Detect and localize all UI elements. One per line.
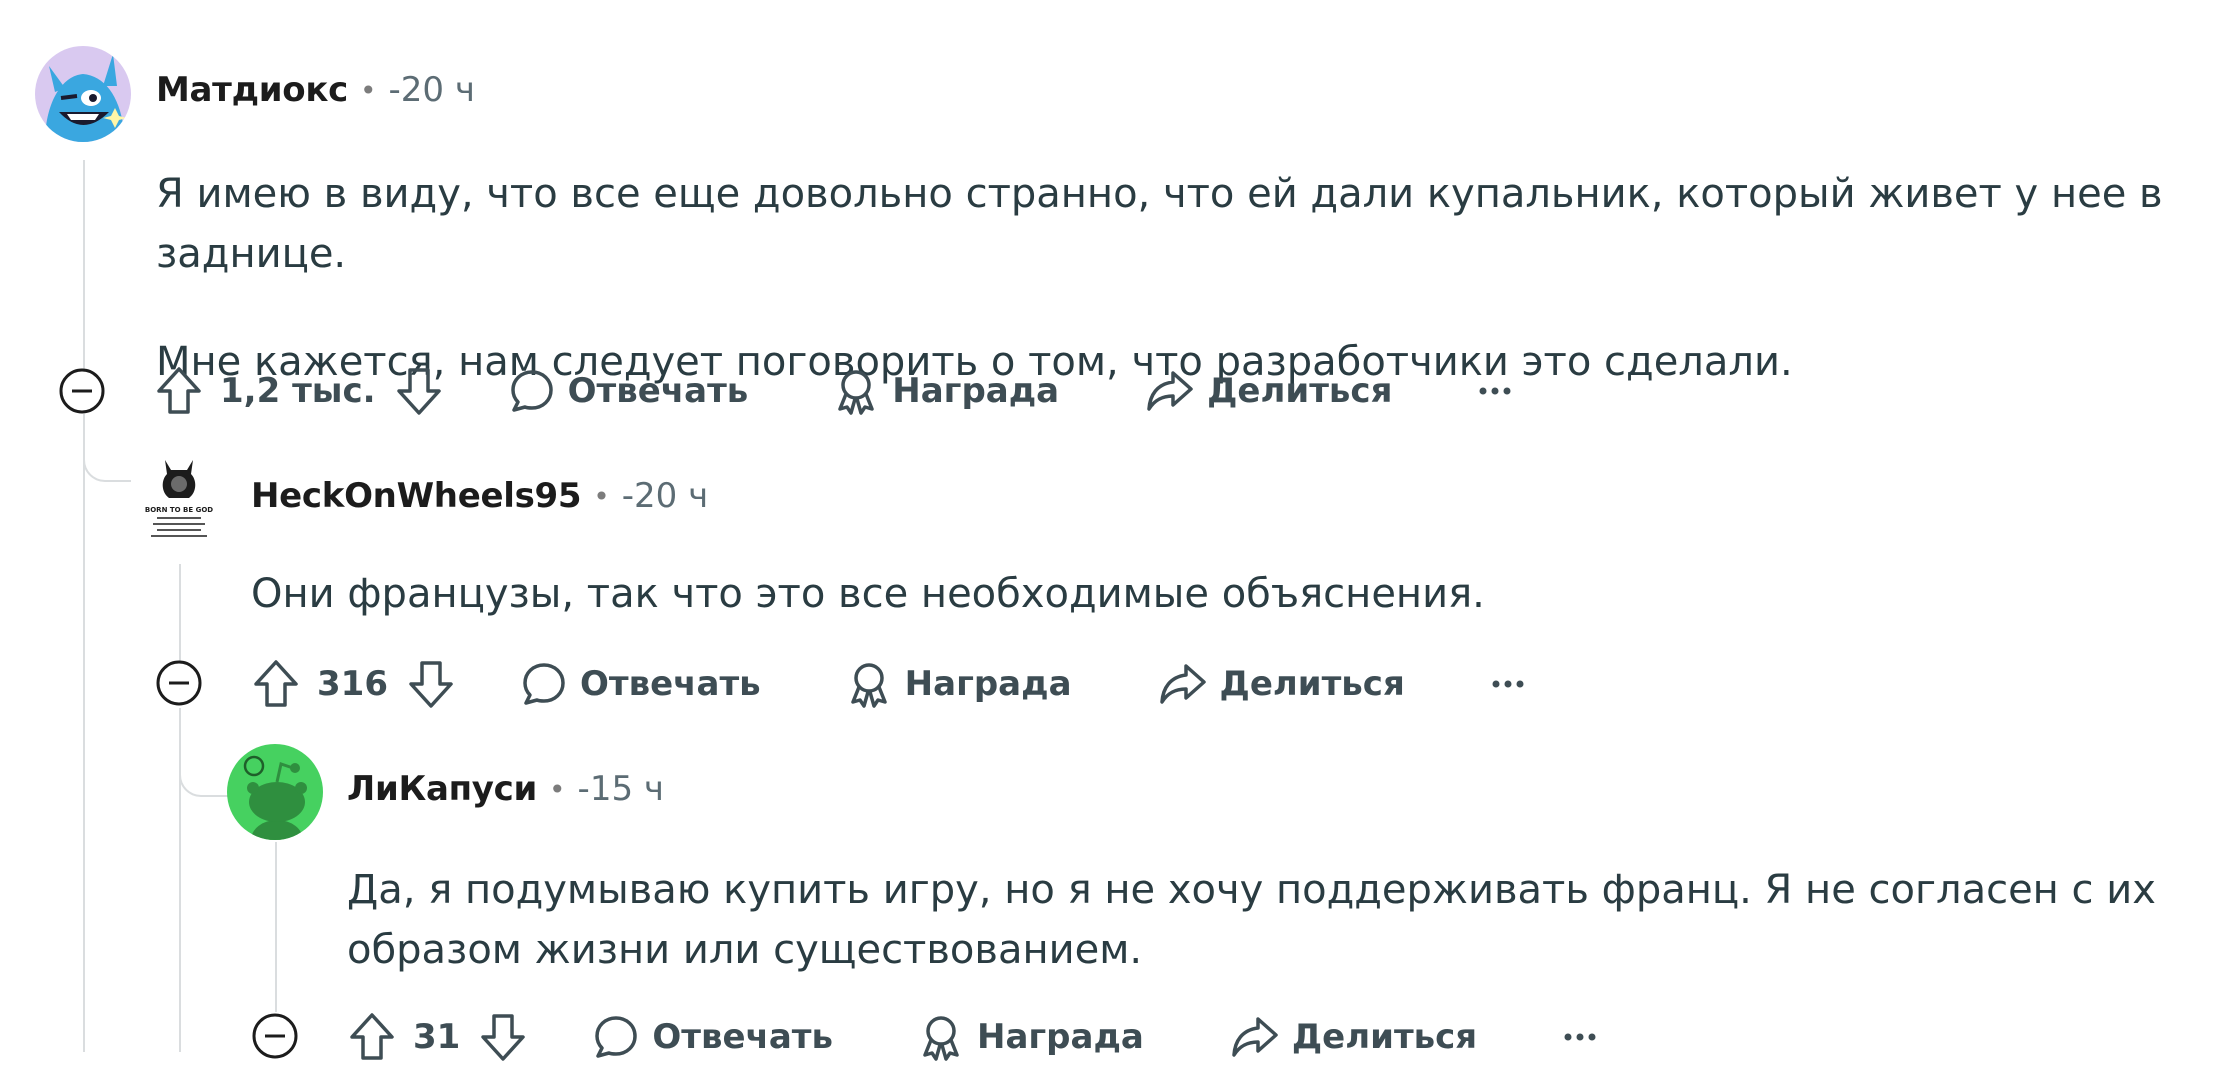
share-button[interactable]: Делиться [1158, 660, 1405, 708]
more-options-button[interactable] [1563, 1032, 1597, 1042]
award-button[interactable]: Награда [832, 367, 1059, 415]
reddit-snoo-icon [227, 744, 323, 840]
author-name[interactable]: ЛиКапуси [347, 769, 537, 809]
thread-line [83, 160, 85, 370]
comment-meta: ЛиКапуси • -15 ч [347, 769, 664, 809]
comment-paragraph: Да, я подумываю купить игру, но я не хоч… [347, 867, 2156, 973]
avatar-caption: BORN TO BE GOD [145, 506, 213, 514]
collapse-button[interactable] [155, 659, 203, 707]
upvote-icon [350, 1013, 394, 1060]
comment-actions: 31 Отвечать Награда Делиться [347, 1007, 1597, 1067]
upvote-icon [157, 367, 201, 414]
vote-count: 31 [413, 1017, 461, 1057]
comment-icon [523, 663, 565, 705]
more-icon [1492, 680, 1524, 688]
collapse-button[interactable] [251, 1012, 299, 1060]
share-label: Делиться [1207, 371, 1393, 411]
award-label: Награда [904, 664, 1072, 704]
poster-avatar-icon: BORN TO BE GOD [131, 452, 227, 548]
upvote-button[interactable] [154, 365, 204, 417]
share-icon [1147, 371, 1193, 411]
share-label: Делиться [1291, 1017, 1478, 1057]
reply-label: Отвечать [567, 371, 749, 411]
cartoon-character-avatar-icon [35, 46, 131, 142]
upvote-icon [254, 660, 298, 707]
share-label: Делиться [1219, 664, 1405, 704]
share-button[interactable]: Делиться [1145, 367, 1392, 415]
upvote-button[interactable] [347, 1011, 397, 1063]
downvote-button[interactable] [394, 365, 444, 417]
thread-line [179, 564, 181, 664]
more-options-button[interactable] [1491, 679, 1525, 689]
avatar[interactable]: BORN TO BE GOD [131, 452, 227, 548]
share-button[interactable]: Делиться [1230, 1013, 1477, 1061]
comment-actions: 1,2 тыс. Отвечать Награда Делиться [154, 361, 1512, 421]
reply-label: Отвечать [579, 664, 761, 704]
downvote-button[interactable] [478, 1011, 528, 1063]
vote-group: 1,2 тыс. [154, 365, 444, 417]
award-icon [850, 663, 887, 708]
vote-count: 316 [317, 664, 388, 704]
comment-body: Да, я подумываю купить игру, но я не хоч… [347, 860, 2177, 980]
collapse-icon [59, 368, 105, 414]
more-options-button[interactable] [1478, 386, 1512, 396]
comment-time[interactable]: -20 ч [388, 70, 474, 110]
vote-group: 31 [347, 1011, 528, 1063]
downvote-icon [409, 661, 453, 708]
author-name[interactable]: HeckOnWheels95 [251, 476, 582, 516]
thread-line [83, 414, 85, 1052]
comment-time[interactable]: -15 ч [578, 769, 664, 809]
comment-paragraph: Я имею в виду, что все еще довольно стра… [156, 171, 2163, 277]
share-icon [1159, 664, 1206, 704]
award-label: Награда [977, 1017, 1144, 1057]
comment-body: Они французы, так что это все необходимы… [251, 564, 2191, 624]
collapse-button[interactable] [58, 367, 106, 415]
reply-button[interactable]: Отвечать [520, 660, 761, 708]
comment-meta: HeckOnWheels95 • -20 ч [251, 476, 708, 516]
avatar[interactable] [35, 46, 131, 142]
vote-group: 316 [251, 658, 456, 710]
upvote-button[interactable] [251, 658, 301, 710]
comment-time[interactable]: -20 ч [622, 476, 708, 516]
more-icon [1564, 1033, 1596, 1041]
author-name[interactable]: Матдиокс [156, 70, 348, 110]
meta-separator: • [549, 772, 566, 806]
award-button[interactable]: Награда [917, 1013, 1144, 1061]
collapse-icon [156, 660, 202, 706]
downvote-button[interactable] [406, 658, 456, 710]
award-button[interactable]: Награда [845, 660, 1072, 708]
share-icon [1232, 1017, 1278, 1057]
comment-meta: Матдиокс • -20 ч [156, 70, 475, 110]
award-icon [838, 370, 875, 415]
comment-paragraph: Они французы, так что это все необходимы… [251, 571, 1485, 617]
comment-body: Я имею в виду, что все еще довольно стра… [156, 164, 2176, 392]
reply-button[interactable]: Отвечать [592, 1013, 833, 1061]
award-label: Награда [892, 371, 1060, 411]
downvote-icon [396, 368, 441, 415]
vote-count: 1,2 тыс. [220, 371, 376, 411]
collapse-icon [252, 1013, 298, 1059]
reply-button[interactable]: Отвечать [508, 367, 749, 415]
reply-label: Отвечать [652, 1017, 834, 1057]
more-icon [1479, 387, 1511, 395]
comment-icon [595, 1016, 638, 1058]
avatar[interactable] [227, 744, 323, 840]
comment-icon [510, 370, 553, 412]
meta-separator: • [359, 73, 377, 107]
thread-line [275, 842, 277, 1012]
comment-actions: 316 Отвечать Награда Делиться [251, 654, 1525, 714]
downvote-icon [481, 1014, 526, 1061]
award-icon [923, 1016, 959, 1061]
meta-separator: • [593, 479, 610, 513]
